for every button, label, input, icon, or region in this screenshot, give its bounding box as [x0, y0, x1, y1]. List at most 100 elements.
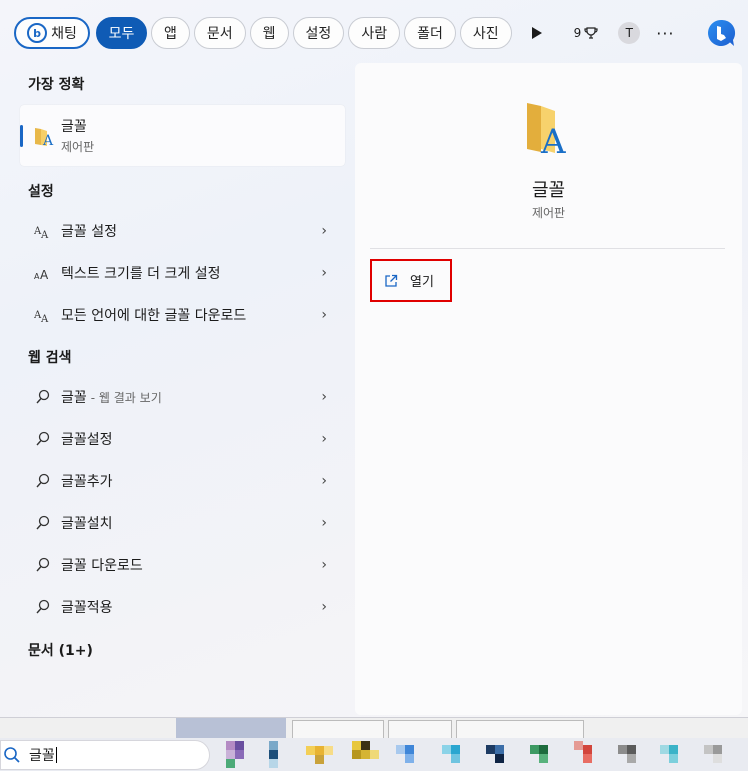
- font-settings-icon: AA: [32, 223, 54, 239]
- documents-heading[interactable]: 문서 (1+): [28, 640, 93, 660]
- filter-all[interactable]: 모두: [96, 17, 147, 49]
- svg-text:A: A: [40, 314, 49, 323]
- settings-item-download-fonts[interactable]: AA 모든 언어에 대한 글꼴 다운로드 ›: [20, 295, 345, 335]
- settings-item-text-size[interactable]: AA 텍스트 크기를 더 크게 설정 ›: [20, 253, 345, 293]
- preview-subtitle: 제어판: [531, 206, 566, 220]
- selection-indicator: [20, 125, 23, 147]
- web-item-label: 글꼴설정: [61, 432, 113, 448]
- web-item[interactable]: 글꼴설치 ›: [20, 503, 345, 543]
- web-item-label: 글꼴: [61, 390, 87, 406]
- preview-pane: A 글꼴 제어판 열기: [355, 63, 742, 715]
- chevron-right-icon: ›: [321, 473, 327, 489]
- rewards-points[interactable]: 9: [574, 26, 599, 40]
- search-icon: [32, 473, 54, 489]
- web-search-heading: 웹 검색: [28, 350, 72, 366]
- background-tab: [388, 720, 452, 738]
- search-icon: [32, 515, 54, 531]
- filter-bar: b 채팅 모두 앱 문서 웹 설정 사람 폴더 사진 9 T ···: [14, 16, 675, 50]
- fonts-folder-large-icon: A: [527, 103, 566, 157]
- open-external-icon: [384, 274, 398, 288]
- filter-apps[interactable]: 앱: [151, 17, 190, 49]
- web-item-label: 글꼴적용: [61, 600, 113, 616]
- taskbar: 글꼴: [0, 738, 748, 771]
- svg-text:A: A: [540, 122, 566, 157]
- taskbar-app-icon[interactable]: [574, 741, 600, 767]
- settings-item-font-settings[interactable]: AA 글꼴 설정 ›: [20, 211, 345, 251]
- filter-settings[interactable]: 설정: [292, 17, 345, 49]
- background-tab: [456, 720, 584, 738]
- web-item-label: 글꼴추가: [61, 474, 113, 490]
- taskbar-app-icon[interactable]: [530, 741, 556, 767]
- best-match-heading: 가장 정확: [28, 77, 85, 93]
- search-icon: [32, 431, 54, 447]
- svg-text:A: A: [42, 133, 54, 147]
- more-options-icon[interactable]: ···: [656, 24, 674, 43]
- text-size-icon: AA: [32, 265, 54, 281]
- web-item[interactable]: 글꼴적용 ›: [20, 587, 345, 627]
- chevron-right-icon: ›: [321, 557, 327, 573]
- taskbar-app-icon[interactable]: [352, 741, 379, 767]
- web-item-label: 글꼴 다운로드: [61, 558, 143, 574]
- background-tab: [292, 720, 384, 738]
- taskbar-app-icon[interactable]: [618, 741, 644, 767]
- chevron-right-icon: ›: [321, 515, 327, 531]
- taskbar-app-icon[interactable]: [704, 741, 730, 767]
- background-window-strip: [0, 718, 748, 738]
- search-window: b 채팅 모두 앱 문서 웹 설정 사람 폴더 사진 9 T ··· 가장 정확: [0, 0, 748, 718]
- chevron-right-icon: ›: [321, 431, 327, 447]
- fonts-folder-icon: A: [35, 128, 54, 147]
- svg-text:A: A: [40, 230, 49, 239]
- user-avatar[interactable]: T: [618, 22, 641, 44]
- best-match-title: 글꼴: [61, 119, 87, 135]
- taskbar-app-icon[interactable]: [396, 741, 422, 767]
- search-input-value: 글꼴: [29, 748, 55, 764]
- filter-documents[interactable]: 문서: [193, 17, 246, 49]
- chevron-right-icon: ›: [321, 307, 327, 323]
- text-caret: [55, 747, 57, 763]
- preview-title: 글꼴: [531, 180, 566, 201]
- font-download-icon: AA: [32, 307, 54, 323]
- web-item[interactable]: 글꼴 다운로드 ›: [20, 545, 345, 585]
- search-icon: [32, 599, 54, 615]
- web-item[interactable]: 글꼴추가 ›: [20, 461, 345, 501]
- settings-item-label: 모든 언어에 대한 글꼴 다운로드: [61, 308, 247, 324]
- taskbar-app-icon[interactable]: [226, 741, 252, 768]
- taskbar-app-icon[interactable]: [306, 741, 333, 767]
- open-button[interactable]: 열기: [370, 259, 452, 302]
- settings-heading: 설정: [28, 184, 54, 200]
- chat-button[interactable]: b 채팅: [14, 17, 90, 49]
- bing-logo-icon[interactable]: [705, 18, 737, 48]
- filter-web[interactable]: 웹: [249, 17, 289, 49]
- search-icon: [3, 746, 21, 764]
- web-item[interactable]: 글꼴설정 ›: [20, 419, 345, 459]
- taskbar-app-icon[interactable]: [486, 741, 512, 767]
- best-match-subtitle: 제어판: [61, 140, 95, 154]
- web-item-label: 글꼴설치: [61, 516, 113, 532]
- preview-divider: [370, 248, 725, 249]
- chevron-right-icon: ›: [321, 265, 327, 281]
- points-value: 9: [573, 26, 582, 40]
- bing-chat-icon: b: [27, 23, 48, 43]
- filter-folders[interactable]: 폴더: [404, 17, 456, 49]
- svg-text:A: A: [40, 268, 49, 281]
- background-tab-highlight: [176, 718, 286, 738]
- settings-item-label: 텍스트 크기를 더 크게 설정: [61, 266, 221, 282]
- taskbar-search-box[interactable]: 글꼴: [0, 740, 210, 770]
- taskbar-app-icon[interactable]: [660, 741, 686, 767]
- settings-item-label: 글꼴 설정: [61, 224, 117, 240]
- trophy-icon: [584, 27, 598, 39]
- chat-label: 채팅: [51, 26, 77, 42]
- search-icon: [32, 389, 54, 405]
- web-item-hint: - 웹 결과 보기: [90, 390, 162, 405]
- taskbar-app-icon[interactable]: [266, 741, 292, 768]
- filter-photos[interactable]: 사진: [459, 17, 512, 49]
- open-label: 열기: [410, 275, 434, 290]
- taskbar-app-icon[interactable]: [442, 741, 468, 767]
- chevron-right-icon: ›: [321, 223, 327, 239]
- chevron-right-icon: ›: [321, 599, 327, 615]
- chevron-right-icon: ›: [321, 389, 327, 405]
- more-filters-play-icon[interactable]: [522, 27, 552, 39]
- web-item[interactable]: 글꼴 - 웹 결과 보기 ›: [20, 377, 345, 417]
- best-match-item[interactable]: A 글꼴 제어판: [20, 105, 345, 166]
- filter-people[interactable]: 사람: [348, 17, 401, 49]
